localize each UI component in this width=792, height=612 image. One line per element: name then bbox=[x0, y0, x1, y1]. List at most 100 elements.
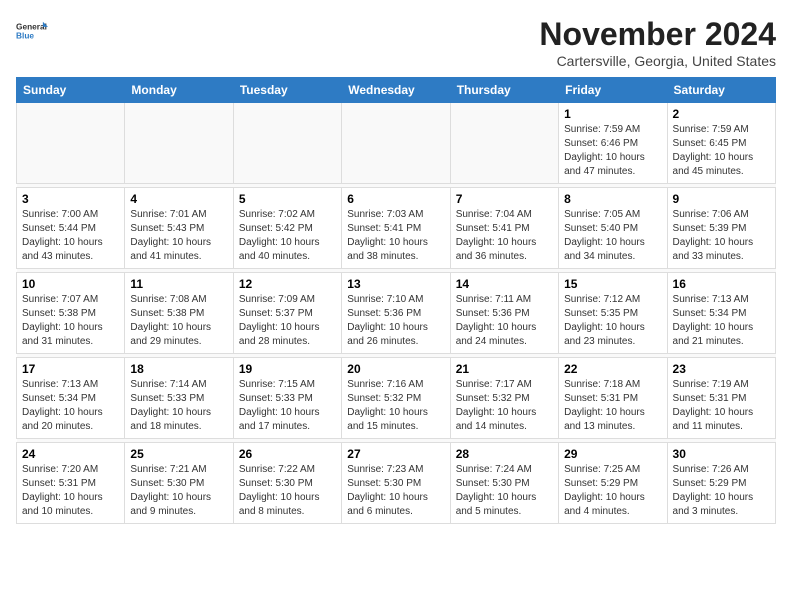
calendar-day bbox=[450, 103, 558, 184]
day-number: 26 bbox=[239, 447, 336, 461]
calendar-day: 8 Sunrise: 7:05 AM Sunset: 5:40 PM Daylig… bbox=[559, 188, 667, 269]
header-saturday: Saturday bbox=[667, 78, 775, 103]
day-info: Sunrise: 7:10 AM Sunset: 5:36 PM Dayligh… bbox=[347, 293, 444, 349]
day-number: 7 bbox=[456, 192, 553, 206]
day-info: Sunrise: 7:22 AM Sunset: 5:30 PM Dayligh… bbox=[239, 463, 336, 519]
day-info: Sunrise: 7:23 AM Sunset: 5:30 PM Dayligh… bbox=[347, 463, 444, 519]
day-info: Sunrise: 7:07 AM Sunset: 5:38 PM Dayligh… bbox=[22, 293, 119, 349]
calendar-day bbox=[17, 103, 125, 184]
day-number: 28 bbox=[456, 447, 553, 461]
day-number: 13 bbox=[347, 277, 444, 291]
day-number: 20 bbox=[347, 362, 444, 376]
day-number: 14 bbox=[456, 277, 553, 291]
calendar-day: 26 Sunrise: 7:22 AM Sunset: 5:30 PM Dayli… bbox=[233, 443, 341, 524]
day-number: 17 bbox=[22, 362, 119, 376]
calendar-day: 11 Sunrise: 7:08 AM Sunset: 5:38 PM Dayli… bbox=[125, 273, 233, 354]
day-number: 3 bbox=[22, 192, 119, 206]
day-info: Sunrise: 7:15 AM Sunset: 5:33 PM Dayligh… bbox=[239, 378, 336, 434]
day-info: Sunrise: 7:17 AM Sunset: 5:32 PM Dayligh… bbox=[456, 378, 553, 434]
calendar-day: 29 Sunrise: 7:25 AM Sunset: 5:29 PM Dayli… bbox=[559, 443, 667, 524]
calendar-week-row: 17 Sunrise: 7:13 AM Sunset: 5:34 PM Dayli… bbox=[17, 358, 776, 439]
day-number: 23 bbox=[673, 362, 770, 376]
day-number: 18 bbox=[130, 362, 227, 376]
title-area: November 2024 Cartersville, Georgia, Uni… bbox=[539, 16, 776, 69]
day-info: Sunrise: 7:19 AM Sunset: 5:31 PM Dayligh… bbox=[673, 378, 770, 434]
calendar-day: 16 Sunrise: 7:13 AM Sunset: 5:34 PM Dayli… bbox=[667, 273, 775, 354]
day-number: 2 bbox=[673, 107, 770, 121]
day-info: Sunrise: 7:09 AM Sunset: 5:37 PM Dayligh… bbox=[239, 293, 336, 349]
day-number: 11 bbox=[130, 277, 227, 291]
day-info: Sunrise: 7:18 AM Sunset: 5:31 PM Dayligh… bbox=[564, 378, 661, 434]
day-info: Sunrise: 7:08 AM Sunset: 5:38 PM Dayligh… bbox=[130, 293, 227, 349]
calendar-day bbox=[342, 103, 450, 184]
day-number: 24 bbox=[22, 447, 119, 461]
calendar-day: 14Sunrise: 7:11 AM Sunset: 5:36 PM Dayli… bbox=[450, 273, 558, 354]
header-sunday: Sunday bbox=[17, 78, 125, 103]
day-info: Sunrise: 7:59 AM Sunset: 6:45 PM Dayligh… bbox=[673, 123, 770, 179]
calendar-day: 24 Sunrise: 7:20 AM Sunset: 5:31 PM Dayli… bbox=[17, 443, 125, 524]
calendar-day: 13 Sunrise: 7:10 AM Sunset: 5:36 PM Dayli… bbox=[342, 273, 450, 354]
day-info: Sunrise: 7:59 AM Sunset: 6:46 PM Dayligh… bbox=[564, 123, 661, 179]
calendar-day: 7 Sunrise: 7:04 AM Sunset: 5:41 PM Daylig… bbox=[450, 188, 558, 269]
day-number: 5 bbox=[239, 192, 336, 206]
calendar: Sunday Monday Tuesday Wednesday Thursday… bbox=[16, 77, 776, 524]
day-number: 9 bbox=[673, 192, 770, 206]
calendar-week-row: 1 Sunrise: 7:59 AM Sunset: 6:46 PM Daylig… bbox=[17, 103, 776, 184]
day-info: Sunrise: 7:13 AM Sunset: 5:34 PM Dayligh… bbox=[22, 378, 119, 434]
day-info: Sunrise: 7:05 AM Sunset: 5:40 PM Dayligh… bbox=[564, 208, 661, 264]
calendar-day: 30 Sunrise: 7:26 AM Sunset: 5:29 PM Dayli… bbox=[667, 443, 775, 524]
day-number: 25 bbox=[130, 447, 227, 461]
day-info: Sunrise: 7:24 AM Sunset: 5:30 PM Dayligh… bbox=[456, 463, 553, 519]
day-number: 10 bbox=[22, 277, 119, 291]
calendar-day: 25 Sunrise: 7:21 AM Sunset: 5:30 PM Dayli… bbox=[125, 443, 233, 524]
calendar-header-row: Sunday Monday Tuesday Wednesday Thursday… bbox=[17, 78, 776, 103]
calendar-day: 17 Sunrise: 7:13 AM Sunset: 5:34 PM Dayli… bbox=[17, 358, 125, 439]
calendar-day: 5 Sunrise: 7:02 AM Sunset: 5:42 PM Daylig… bbox=[233, 188, 341, 269]
calendar-day: 6 Sunrise: 7:03 AM Sunset: 5:41 PM Daylig… bbox=[342, 188, 450, 269]
location: Cartersville, Georgia, United States bbox=[539, 53, 776, 69]
calendar-day: 12 Sunrise: 7:09 AM Sunset: 5:37 PM Dayli… bbox=[233, 273, 341, 354]
calendar-week-row: 10 Sunrise: 7:07 AM Sunset: 5:38 PM Dayli… bbox=[17, 273, 776, 354]
header-thursday: Thursday bbox=[450, 78, 558, 103]
calendar-day: 28 Sunrise: 7:24 AM Sunset: 5:30 PM Dayli… bbox=[450, 443, 558, 524]
day-number: 12 bbox=[239, 277, 336, 291]
day-number: 6 bbox=[347, 192, 444, 206]
day-number: 4 bbox=[130, 192, 227, 206]
day-info: Sunrise: 7:12 AM Sunset: 5:35 PM Dayligh… bbox=[564, 293, 661, 349]
day-info: Sunrise: 7:13 AM Sunset: 5:34 PM Dayligh… bbox=[673, 293, 770, 349]
day-info: Sunrise: 7:14 AM Sunset: 5:33 PM Dayligh… bbox=[130, 378, 227, 434]
calendar-day: 1 Sunrise: 7:59 AM Sunset: 6:46 PM Daylig… bbox=[559, 103, 667, 184]
day-info: Sunrise: 7:20 AM Sunset: 5:31 PM Dayligh… bbox=[22, 463, 119, 519]
calendar-day: 10 Sunrise: 7:07 AM Sunset: 5:38 PM Dayli… bbox=[17, 273, 125, 354]
day-info: Sunrise: 7:03 AM Sunset: 5:41 PM Dayligh… bbox=[347, 208, 444, 264]
header-area: General Blue November 2024 Cartersville,… bbox=[16, 16, 776, 69]
day-number: 27 bbox=[347, 447, 444, 461]
day-number: 8 bbox=[564, 192, 661, 206]
calendar-day: 9 Sunrise: 7:06 AM Sunset: 5:39 PM Daylig… bbox=[667, 188, 775, 269]
day-info: Sunrise: 7:16 AM Sunset: 5:32 PM Dayligh… bbox=[347, 378, 444, 434]
day-info: Sunrise: 7:02 AM Sunset: 5:42 PM Dayligh… bbox=[239, 208, 336, 264]
day-info: Sunrise: 7:06 AM Sunset: 5:39 PM Dayligh… bbox=[673, 208, 770, 264]
calendar-week-row: 3Sunrise: 7:00 AM Sunset: 5:44 PM Daylig… bbox=[17, 188, 776, 269]
day-info: Sunrise: 7:04 AM Sunset: 5:41 PM Dayligh… bbox=[456, 208, 553, 264]
day-info: Sunrise: 7:21 AM Sunset: 5:30 PM Dayligh… bbox=[130, 463, 227, 519]
calendar-day bbox=[125, 103, 233, 184]
calendar-day: 4Sunrise: 7:01 AM Sunset: 5:43 PM Daylig… bbox=[125, 188, 233, 269]
day-number: 22 bbox=[564, 362, 661, 376]
day-number: 16 bbox=[673, 277, 770, 291]
day-number: 15 bbox=[564, 277, 661, 291]
day-info: Sunrise: 7:25 AM Sunset: 5:29 PM Dayligh… bbox=[564, 463, 661, 519]
calendar-day: 22 Sunrise: 7:18 AM Sunset: 5:31 PM Dayli… bbox=[559, 358, 667, 439]
logo: General Blue bbox=[16, 16, 48, 48]
day-number: 1 bbox=[564, 107, 661, 121]
calendar-day: 21 Sunrise: 7:17 AM Sunset: 5:32 PM Dayli… bbox=[450, 358, 558, 439]
calendar-week-row: 24 Sunrise: 7:20 AM Sunset: 5:31 PM Dayli… bbox=[17, 443, 776, 524]
calendar-day: 20 Sunrise: 7:16 AM Sunset: 5:32 PM Dayli… bbox=[342, 358, 450, 439]
day-number: 30 bbox=[673, 447, 770, 461]
calendar-day: 23 Sunrise: 7:19 AM Sunset: 5:31 PM Dayli… bbox=[667, 358, 775, 439]
day-number: 29 bbox=[564, 447, 661, 461]
calendar-day: 19Sunrise: 7:15 AM Sunset: 5:33 PM Dayli… bbox=[233, 358, 341, 439]
calendar-day: 2 Sunrise: 7:59 AM Sunset: 6:45 PM Daylig… bbox=[667, 103, 775, 184]
day-info: Sunrise: 7:26 AM Sunset: 5:29 PM Dayligh… bbox=[673, 463, 770, 519]
day-number: 21 bbox=[456, 362, 553, 376]
